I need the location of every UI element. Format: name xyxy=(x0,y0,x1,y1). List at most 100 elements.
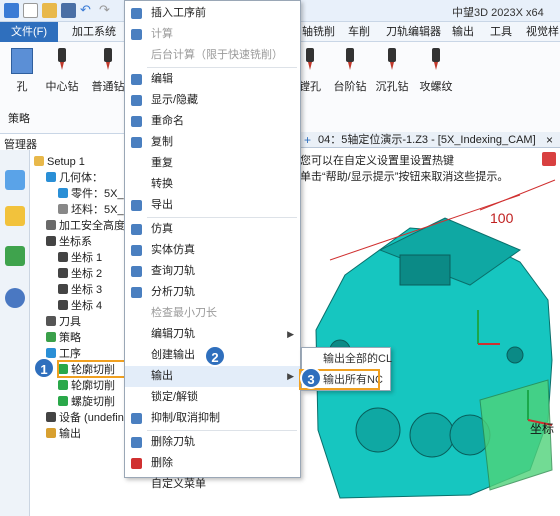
edit-icon xyxy=(131,74,142,85)
context-menu-item[interactable]: 重命名 xyxy=(125,111,300,132)
tree-item-label: Setup 1 xyxy=(47,156,85,168)
tool-icon xyxy=(46,316,56,326)
tree-item[interactable]: 输出 xyxy=(46,426,81,442)
tab-tools[interactable]: 工具 xyxy=(490,22,512,42)
open-folder-icon[interactable] xyxy=(42,3,57,18)
center-drill-icon xyxy=(51,48,73,74)
context-menu-item[interactable]: 插入工序前 xyxy=(125,3,300,24)
tree-item[interactable]: 坯料：5X_In xyxy=(58,202,133,218)
center-drill-button[interactable]: 中心钻 xyxy=(40,48,84,104)
context-menu-item[interactable]: 计算 xyxy=(125,24,300,45)
tab-nav-icon[interactable]: + xyxy=(304,133,311,147)
analyze-icon xyxy=(131,287,142,298)
context-menu-item[interactable]: 后台计算（限于快速铣削） xyxy=(125,45,300,66)
close-tab-icon[interactable]: × xyxy=(546,132,553,148)
tree-item[interactable]: 坐标 1 xyxy=(58,250,102,266)
copy-icon xyxy=(131,137,142,148)
tree-item[interactable]: 螺旋切削 xyxy=(58,394,115,410)
calc-icon xyxy=(131,29,142,40)
tree-item[interactable]: Setup 1 xyxy=(34,154,85,170)
tab-toolpath-editor[interactable]: 刀轨编辑器 xyxy=(386,22,441,42)
solid-sim-icon xyxy=(131,245,142,256)
context-menu-item[interactable]: 删除刀轨 xyxy=(125,432,300,453)
history-icon[interactable] xyxy=(5,170,25,190)
tree-item-label: 设备 (undefin xyxy=(59,412,124,424)
context-menu-item[interactable]: 编辑刀轨 ▶ xyxy=(125,324,300,345)
csys-icon xyxy=(58,268,68,278)
tap-button[interactable]: 攻螺纹 xyxy=(414,48,458,104)
callout-badge-3: 3 xyxy=(300,367,322,389)
context-menu-label: 编辑刀轨 xyxy=(151,328,195,340)
step-drill-button[interactable]: 台阶钻 xyxy=(328,48,372,104)
3d-viewport[interactable]: 100 坐标 xyxy=(300,148,560,500)
context-menu-label: 创建输出 xyxy=(151,349,195,361)
context-menu-item[interactable]: 查询刀轨 xyxy=(125,261,300,282)
drill-icon xyxy=(97,48,119,74)
tab-output[interactable]: 输出 xyxy=(452,22,474,42)
tree-item[interactable]: 策略 xyxy=(46,330,81,346)
counterbore-drill-icon xyxy=(381,48,403,74)
axis-label: 坐标 xyxy=(530,422,555,436)
tree-item[interactable]: 坐标系 xyxy=(46,234,92,250)
tree-item[interactable]: 几何体： xyxy=(46,170,103,186)
tree-item[interactable]: 加工安全高度 xyxy=(46,218,125,234)
counterbore-drill-button[interactable]: 沉孔钻 xyxy=(370,48,414,104)
context-menu-item[interactable]: 实体仿真 xyxy=(125,240,300,261)
callout-badge-1: 1 xyxy=(33,357,55,379)
safety-icon xyxy=(46,220,56,230)
tree-item[interactable]: 刀具 xyxy=(46,314,81,330)
tab-visual[interactable]: 视觉样 xyxy=(526,22,559,42)
context-menu-item[interactable]: 分析刀轨 xyxy=(125,282,300,303)
strategy-icon xyxy=(46,332,56,342)
new-file-icon[interactable] xyxy=(23,3,38,18)
document-tab[interactable]: 04：5轴定位演示-1.Z3 - [5X_Indexing_CAM] xyxy=(318,132,536,148)
context-menu-label: 计算 xyxy=(151,28,173,40)
image-icon[interactable] xyxy=(5,246,25,266)
context-menu-item[interactable]: 复制 xyxy=(125,132,300,153)
tab-axis-milling[interactable]: 轴铣削 xyxy=(302,22,335,42)
hint-line-1: 您可以在自定义设置里设置热键 xyxy=(300,155,454,167)
app-logo-icon[interactable] xyxy=(4,3,19,18)
cube-icon[interactable] xyxy=(5,206,25,226)
view-toggle-icon[interactable] xyxy=(542,152,556,166)
tree-item[interactable]: 坐标 4 xyxy=(58,298,102,314)
context-menu-item[interactable]: 删除 xyxy=(125,453,300,474)
context-menu-label: 实体仿真 xyxy=(151,244,195,256)
tree-item-label: 工序 xyxy=(59,348,81,360)
context-menu-item[interactable]: 自定义菜单 xyxy=(125,474,300,495)
hole-button[interactable]: 孔 xyxy=(0,48,44,104)
context-menu-label: 删除刀轨 xyxy=(151,436,195,448)
tree-item-label: 坐标系 xyxy=(59,236,92,248)
file-menu-button[interactable]: 文件(F) xyxy=(0,22,58,42)
context-menu-item[interactable]: 显示/隐藏 xyxy=(125,90,300,111)
tab-machining-system[interactable]: 加工系统 xyxy=(72,22,116,42)
tab-turning[interactable]: 车削 xyxy=(348,22,370,42)
tree-item[interactable]: 坐标 3 xyxy=(58,282,102,298)
context-menu-item[interactable]: 导出 xyxy=(125,195,300,216)
context-menu-label: 自定义菜单 xyxy=(151,478,206,490)
folder-icon xyxy=(34,156,44,166)
visibility-icon xyxy=(131,95,142,106)
tree-item[interactable]: 轮廓切削 xyxy=(58,378,115,394)
undo-icon[interactable]: ↶ xyxy=(80,3,95,18)
user-icon[interactable] xyxy=(5,288,25,308)
context-menu-item[interactable]: 仿真 xyxy=(125,219,300,240)
tree-item[interactable]: 坐标 2 xyxy=(58,266,102,282)
menu-separator xyxy=(147,430,297,431)
context-menu-label: 查询刀轨 xyxy=(151,265,195,277)
context-menu-item[interactable]: 编辑 xyxy=(125,69,300,90)
context-menu-item[interactable]: 锁定/解锁 xyxy=(125,387,300,408)
context-menu-item[interactable]: 抑制/取消抑制 xyxy=(125,408,300,429)
part-icon xyxy=(58,188,68,198)
tree-item[interactable]: 零件：5X_In xyxy=(58,186,133,202)
context-menu-label: 导出 xyxy=(151,199,173,211)
save-icon[interactable] xyxy=(61,3,76,18)
tree-item[interactable]: 设备 (undefin xyxy=(46,410,124,426)
context-menu-item[interactable]: 输出 ▶ xyxy=(125,366,300,387)
redo-icon[interactable]: ↷ xyxy=(99,3,114,18)
context-menu-label: 显示/隐藏 xyxy=(151,94,199,106)
context-menu-item[interactable]: 转换 xyxy=(125,174,300,195)
menu-separator xyxy=(147,217,297,218)
context-menu-item[interactable]: 重复 xyxy=(125,153,300,174)
context-menu-item[interactable]: 检查最小刀长 xyxy=(125,303,300,324)
